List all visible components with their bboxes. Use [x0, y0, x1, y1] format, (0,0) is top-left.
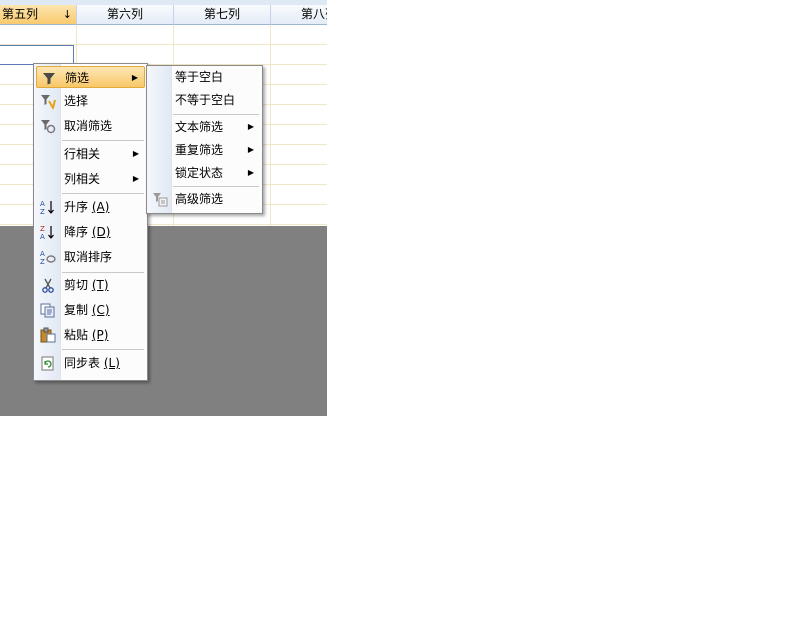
menu-item-clear-filter[interactable]: 取消筛选	[36, 115, 145, 137]
submenu-item-advanced-filter[interactable]: 高级筛选	[149, 188, 260, 210]
sort-descending-icon: ZA	[39, 224, 56, 240]
submenu-arrow-icon: ▶	[132, 149, 139, 158]
submenu-arrow-icon: ▶	[131, 73, 138, 82]
menu-item-label: 锁定状态	[175, 166, 224, 180]
menu-item-label: 复制 (C)	[64, 303, 110, 317]
sort-ascending-icon: AZ	[39, 199, 56, 215]
submenu-arrow-icon: ▶	[247, 168, 254, 177]
menu-item-filter[interactable]: 筛选 ▶	[36, 66, 145, 88]
svg-text:A: A	[40, 250, 45, 258]
menu-item-clear-sort[interactable]: AZ 取消排序	[36, 246, 145, 268]
menu-item-label: 取消筛选	[64, 119, 113, 133]
column-header-label: 第八列	[300, 7, 327, 21]
advanced-filter-icon	[151, 191, 168, 207]
menu-item-label: 行相关	[64, 147, 101, 161]
menu-item-sort-descending[interactable]: ZA 降序 (D)	[36, 221, 145, 243]
menu-separator	[62, 140, 144, 141]
submenu-item-not-equals-blank[interactable]: 不等于空白	[149, 89, 260, 111]
table-row[interactable]	[0, 25, 327, 45]
menu-item-label: 降序 (D)	[64, 225, 111, 239]
sync-table-icon	[39, 355, 56, 371]
submenu-item-lock-state[interactable]: 锁定状态 ▶	[149, 162, 260, 184]
menu-separator	[62, 272, 144, 273]
filter-submenu: 等于空白 不等于空白 文本筛选 ▶ 重复筛选 ▶ 锁定状态 ▶ 高级筛选	[146, 65, 263, 214]
submenu-item-equals-blank[interactable]: 等于空白	[149, 66, 260, 88]
menu-item-label: 取消排序	[64, 250, 113, 264]
svg-text:Z: Z	[40, 258, 45, 265]
menu-item-label: 列相关	[64, 172, 101, 186]
menu-separator	[173, 114, 259, 115]
submenu-item-text-filter[interactable]: 文本筛选 ▶	[149, 116, 260, 138]
menu-item-label: 剪切 (T)	[64, 278, 109, 292]
menu-item-cut[interactable]: 剪切 (T)	[36, 274, 145, 296]
cut-icon	[39, 277, 56, 293]
svg-text:Z: Z	[40, 208, 45, 215]
menu-item-label: 筛选	[65, 71, 90, 85]
column-header-label: 第六列	[106, 7, 143, 21]
menu-item-label: 升序 (A)	[64, 200, 110, 214]
column-header-label: 第七列	[203, 7, 240, 21]
svg-text:A: A	[40, 200, 45, 208]
submenu-arrow-icon: ▶	[132, 174, 139, 183]
paste-icon	[39, 327, 56, 343]
menu-item-label: 文本筛选	[175, 120, 224, 134]
menu-item-select[interactable]: 选择	[36, 90, 145, 112]
column-header-7[interactable]: 第七列	[174, 5, 271, 25]
selected-cell[interactable]	[0, 45, 74, 65]
menu-item-copy[interactable]: 复制 (C)	[36, 299, 145, 321]
menu-item-column-related[interactable]: 列相关 ▶	[36, 168, 145, 190]
menu-item-label: 等于空白	[175, 70, 224, 84]
svg-text:Z: Z	[40, 225, 45, 233]
menu-item-label: 粘贴 (P)	[64, 328, 109, 342]
context-menu: 筛选 ▶ 选择 取消筛选 行相关 ▶ 列相关 ▶ AZ 升序 (A) ZA 降序…	[33, 63, 148, 381]
column-header-6[interactable]: 第六列	[77, 5, 174, 25]
filter-icon	[40, 70, 57, 86]
submenu-item-duplicate-filter[interactable]: 重复筛选 ▶	[149, 139, 260, 161]
column-header-8[interactable]: 第八列	[271, 5, 327, 25]
menu-separator	[62, 193, 144, 194]
copy-icon	[39, 302, 56, 318]
menu-item-label: 不等于空白	[175, 93, 236, 107]
sort-down-icon[interactable]: ↓	[63, 5, 72, 24]
menu-item-label: 选择	[64, 94, 89, 108]
column-header-label: 第五列	[2, 7, 39, 21]
menu-item-sync-table[interactable]: 同步表 (L)	[36, 352, 145, 374]
sort-clear-icon: AZ	[39, 249, 56, 265]
svg-text:A: A	[40, 233, 45, 240]
menu-item-label: 同步表 (L)	[64, 356, 120, 370]
filter-clear-icon	[39, 118, 56, 134]
menu-separator	[173, 186, 259, 187]
menu-item-label: 高级筛选	[175, 192, 224, 206]
menu-separator	[62, 349, 144, 350]
menu-item-row-related[interactable]: 行相关 ▶	[36, 143, 145, 165]
filter-select-icon	[39, 93, 56, 109]
submenu-arrow-icon: ▶	[247, 122, 254, 131]
column-header-5[interactable]: 第五列 ↓	[0, 5, 77, 25]
menu-item-sort-ascending[interactable]: AZ 升序 (A)	[36, 196, 145, 218]
menu-item-paste[interactable]: 粘贴 (P)	[36, 324, 145, 346]
submenu-arrow-icon: ▶	[247, 145, 254, 154]
menu-item-label: 重复筛选	[175, 143, 224, 157]
